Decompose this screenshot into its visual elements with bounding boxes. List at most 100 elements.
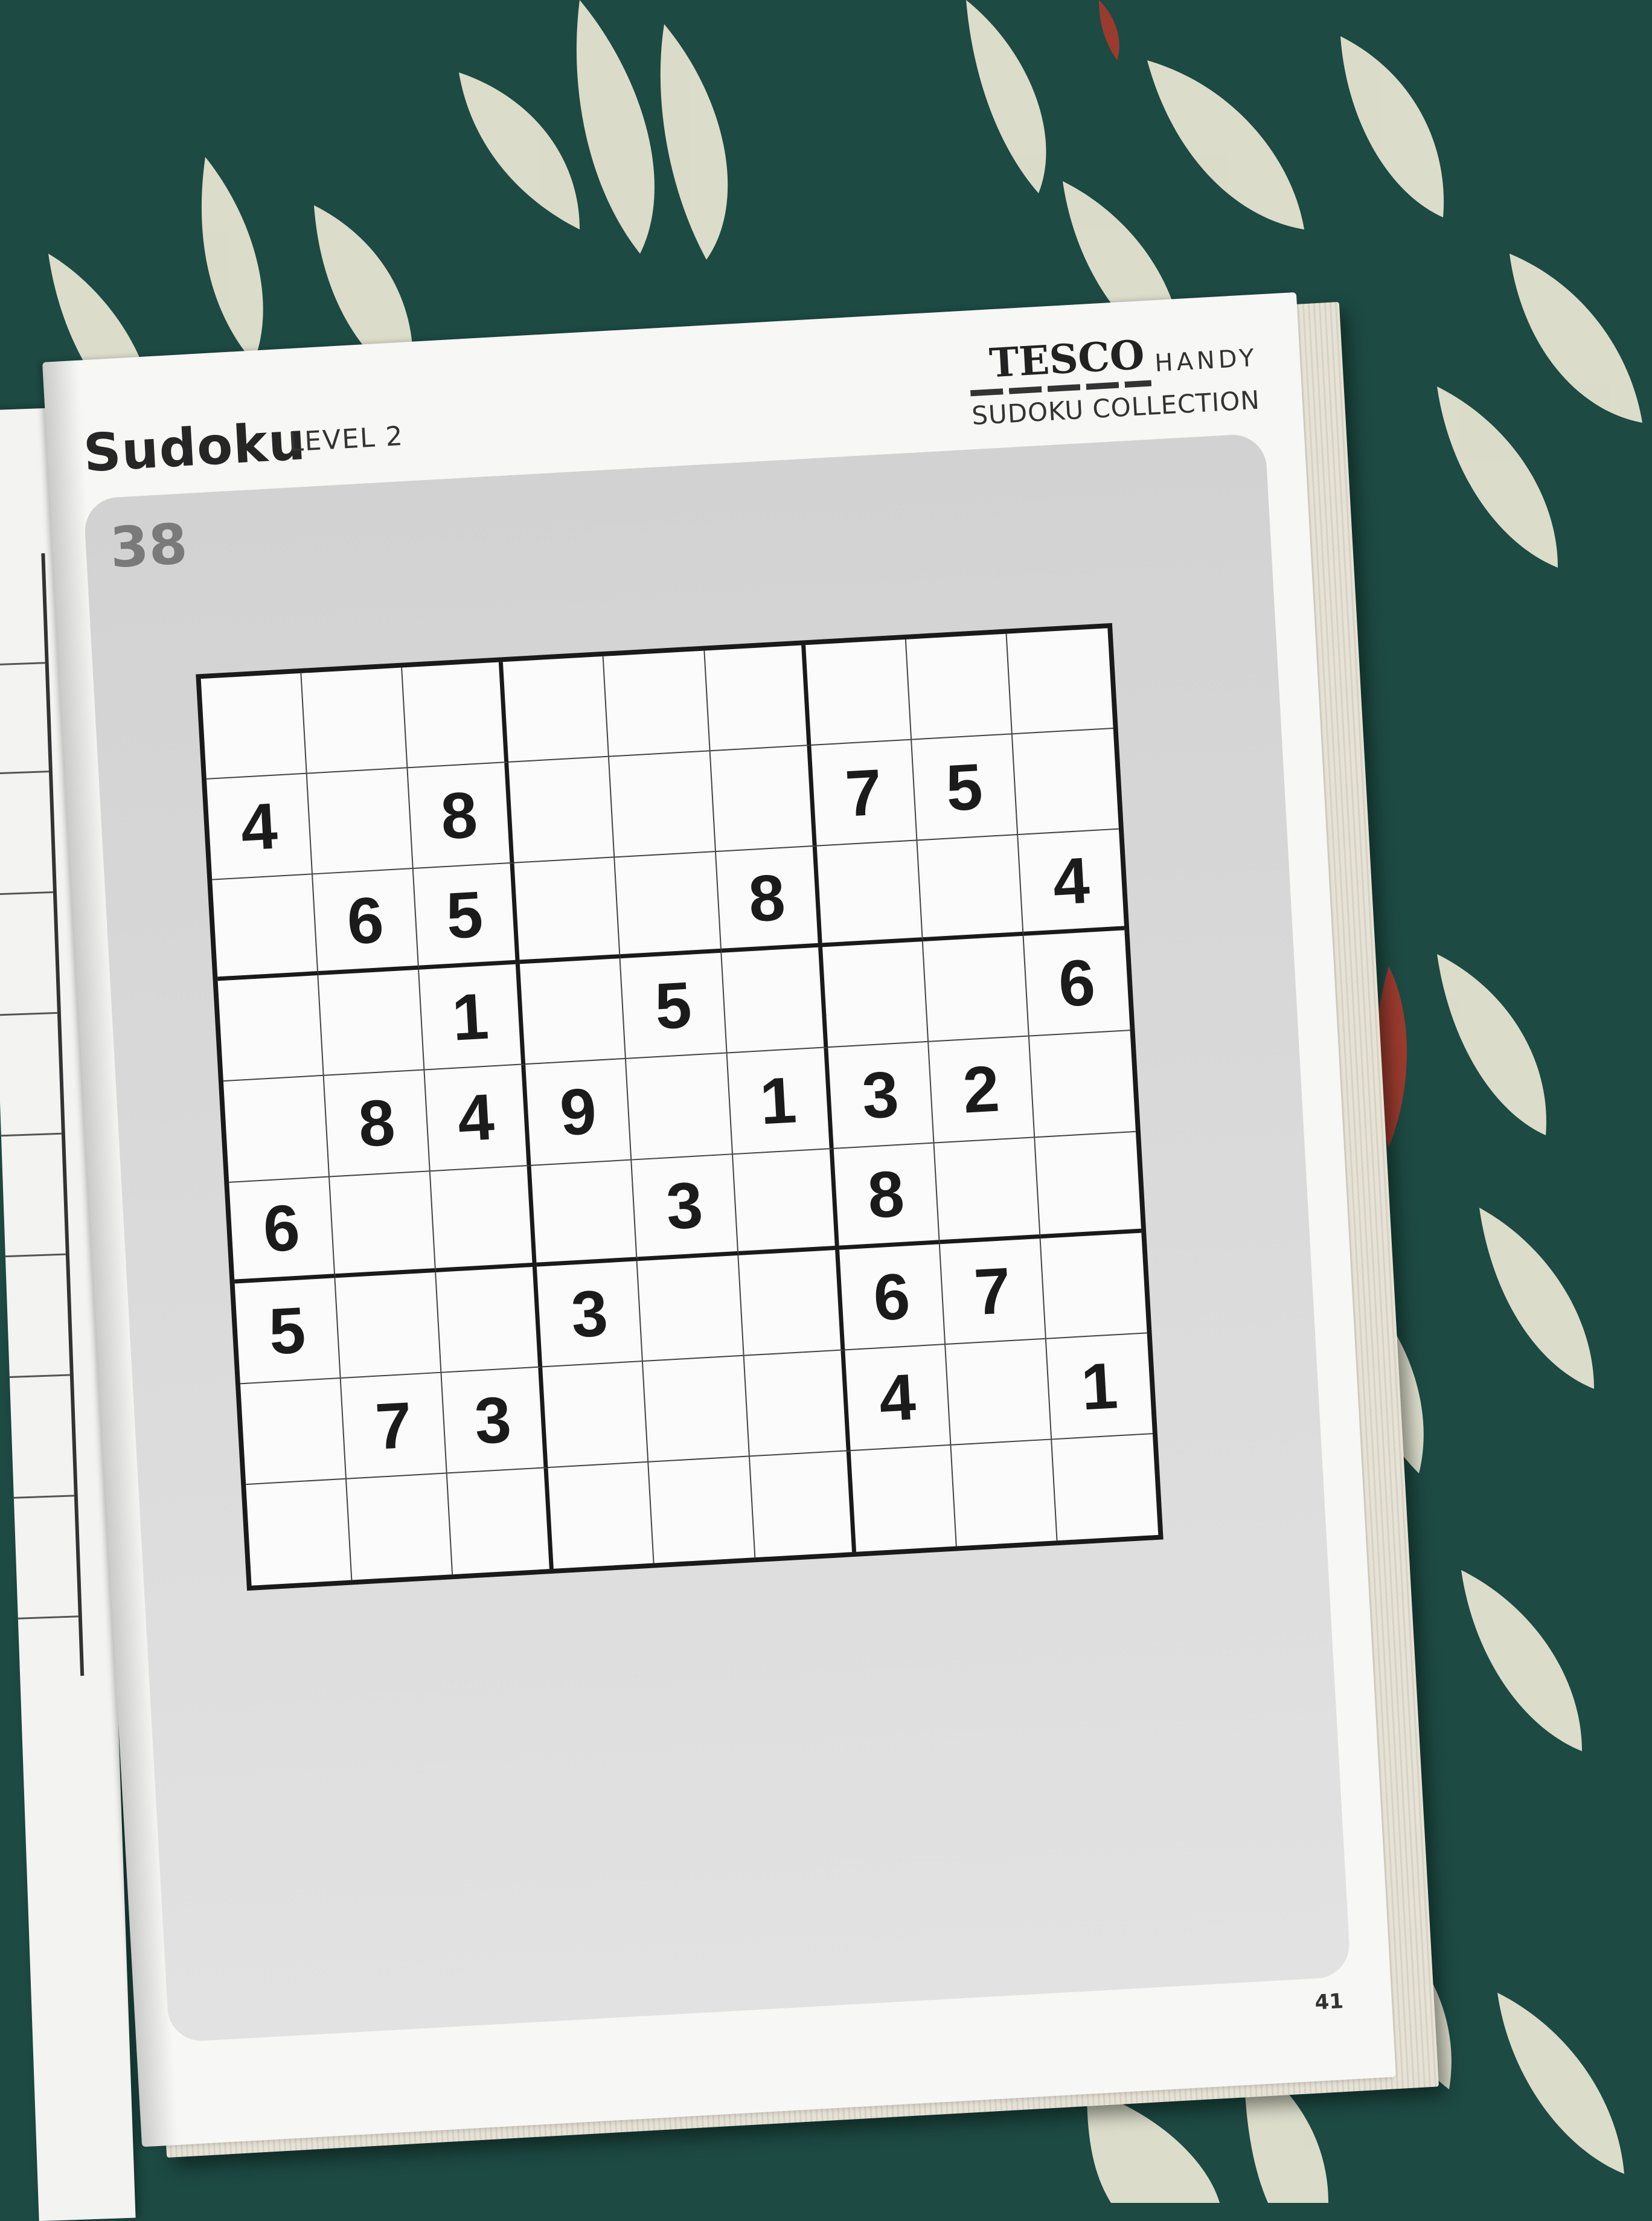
sudoku-cell[interactable]: 6	[1023, 930, 1130, 1037]
sudoku-cell[interactable]	[542, 1361, 649, 1468]
puzzle-number: 38	[108, 511, 190, 581]
sudoku-cell[interactable]: 6	[313, 869, 420, 976]
sudoku-cell[interactable]	[347, 1473, 453, 1580]
sudoku-cell[interactable]	[548, 1462, 655, 1569]
brand-suffix: HANDY	[1154, 344, 1259, 378]
grid-line	[5, 1253, 66, 1258]
sudoku-cell[interactable]	[503, 656, 610, 763]
grid-line	[1, 1132, 62, 1137]
sudoku-cell[interactable]	[217, 975, 324, 1082]
grid-line	[18, 1615, 78, 1620]
sudoku-cell[interactable]	[816, 841, 923, 947]
sudoku-cell[interactable]: 6	[229, 1177, 336, 1284]
sudoku-cell[interactable]: 7	[811, 740, 918, 847]
sudoku-cell[interactable]	[704, 645, 812, 752]
sudoku-cell[interactable]: 7	[940, 1238, 1046, 1345]
sudoku-cell[interactable]	[223, 1076, 330, 1183]
puzzle-panel: 38 4875658415684913263853677341	[83, 433, 1351, 2043]
sudoku-cell[interactable]	[749, 1450, 856, 1558]
sudoku-cell[interactable]	[200, 673, 307, 780]
sudoku-cell[interactable]	[436, 1266, 543, 1373]
sudoku-cell[interactable]: 4	[1018, 829, 1125, 937]
sudoku-cell[interactable]	[520, 958, 627, 1065]
grid-line	[0, 771, 49, 775]
sudoku-cell[interactable]	[514, 857, 621, 964]
sudoku-cell[interactable]: 5	[414, 863, 520, 970]
sudoku-cell[interactable]: 8	[408, 763, 514, 870]
sudoku-cell[interactable]	[951, 1440, 1058, 1546]
sudoku-cell[interactable]	[335, 1272, 442, 1379]
sudoku-cell[interactable]	[710, 746, 817, 853]
sudoku-cell[interactable]	[934, 1137, 1041, 1244]
sudoku-cell[interactable]: 1	[727, 1048, 834, 1155]
sudoku-cell[interactable]	[431, 1165, 537, 1272]
sudoku-cell[interactable]: 1	[1046, 1333, 1153, 1440]
sudoku-cell[interactable]	[648, 1457, 755, 1563]
sudoku-cell[interactable]: 4	[206, 774, 313, 880]
sudoku-cell[interactable]: 8	[324, 1070, 431, 1178]
sudoku-cell[interactable]: 7	[341, 1373, 447, 1479]
sudoku-cell[interactable]: 4	[845, 1344, 952, 1451]
sudoku-cell[interactable]: 5	[234, 1277, 341, 1385]
grid-line	[0, 1011, 57, 1016]
sudoku-cell[interactable]	[744, 1350, 851, 1457]
sudoku-cell[interactable]: 3	[632, 1154, 738, 1261]
sudoku-cell[interactable]: 8	[833, 1143, 940, 1250]
sudoku-cell[interactable]: 4	[424, 1065, 531, 1171]
sudoku-cell[interactable]: 3	[537, 1260, 644, 1368]
sudoku-cell[interactable]: 2	[928, 1036, 1036, 1144]
sudoku-cell[interactable]: 1	[419, 964, 526, 1071]
page-title: Sudoku	[82, 411, 308, 484]
sudoku-cell[interactable]	[307, 768, 414, 875]
sudoku-cell[interactable]	[212, 874, 319, 981]
sudoku-cell[interactable]: 8	[716, 846, 822, 953]
sudoku-cell[interactable]	[1012, 729, 1119, 836]
sudoku-cell[interactable]	[508, 757, 615, 864]
sudoku-cell[interactable]	[1052, 1434, 1158, 1540]
sudoku-cell[interactable]: 9	[525, 1059, 632, 1166]
brand-name: TESCO	[988, 331, 1146, 387]
sudoku-cell[interactable]	[240, 1378, 347, 1485]
grid-line	[0, 891, 53, 896]
sudoku-cell[interactable]: 5	[621, 953, 728, 1060]
sudoku-cell[interactable]	[447, 1467, 554, 1575]
sudoku-cell[interactable]: 6	[839, 1243, 946, 1351]
sudoku-cell[interactable]	[1035, 1132, 1142, 1239]
book-page: Sudoku LEVEL 2 TESCO HANDY SUDOKU COLLEC…	[42, 292, 1396, 2147]
grid-line	[13, 1495, 74, 1499]
sudoku-cell[interactable]	[626, 1053, 733, 1161]
sudoku-cell[interactable]	[805, 639, 912, 746]
sudoku-book: Sudoku LEVEL 2 TESCO HANDY SUDOKU COLLEC…	[42, 290, 1439, 2158]
sudoku-cell[interactable]	[738, 1249, 845, 1356]
sudoku-cell[interactable]	[330, 1171, 437, 1278]
sudoku-cell[interactable]	[1040, 1232, 1147, 1339]
sudoku-cell[interactable]	[246, 1479, 353, 1586]
grid-line	[0, 662, 45, 666]
sudoku-cell[interactable]	[721, 947, 828, 1054]
sudoku-cell[interactable]	[917, 835, 1024, 942]
sudoku-cell[interactable]	[643, 1356, 750, 1463]
sudoku-cell[interactable]	[732, 1149, 839, 1255]
sudoku-cell[interactable]	[945, 1339, 1052, 1446]
sudoku-grid: 4875658415684913263853677341	[196, 623, 1164, 1591]
sudoku-cell[interactable]	[850, 1445, 957, 1552]
sudoku-cell[interactable]	[615, 852, 722, 959]
sudoku-cell[interactable]	[1007, 628, 1113, 735]
sudoku-cell[interactable]: 3	[441, 1367, 548, 1474]
sudoku-cell[interactable]	[822, 941, 929, 1048]
sudoku-cell[interactable]	[906, 633, 1013, 740]
sudoku-cell[interactable]: 5	[911, 734, 1019, 841]
sudoku-cell[interactable]	[604, 650, 711, 757]
difficulty-level: LEVEL 2	[287, 420, 405, 458]
brand-logo: TESCO HANDY SUDOKU COLLECTION	[968, 325, 1261, 431]
sudoku-cell[interactable]	[609, 751, 716, 858]
sudoku-cell[interactable]	[638, 1255, 744, 1362]
grid-line	[9, 1374, 70, 1379]
sudoku-cell[interactable]	[318, 970, 425, 1077]
sudoku-cell[interactable]: 3	[828, 1042, 935, 1149]
sudoku-cell[interactable]	[531, 1160, 638, 1267]
sudoku-cell[interactable]	[402, 662, 509, 769]
sudoku-cell[interactable]	[1029, 1031, 1136, 1138]
sudoku-cell[interactable]	[923, 936, 1029, 1043]
sudoku-cell[interactable]	[301, 667, 408, 774]
